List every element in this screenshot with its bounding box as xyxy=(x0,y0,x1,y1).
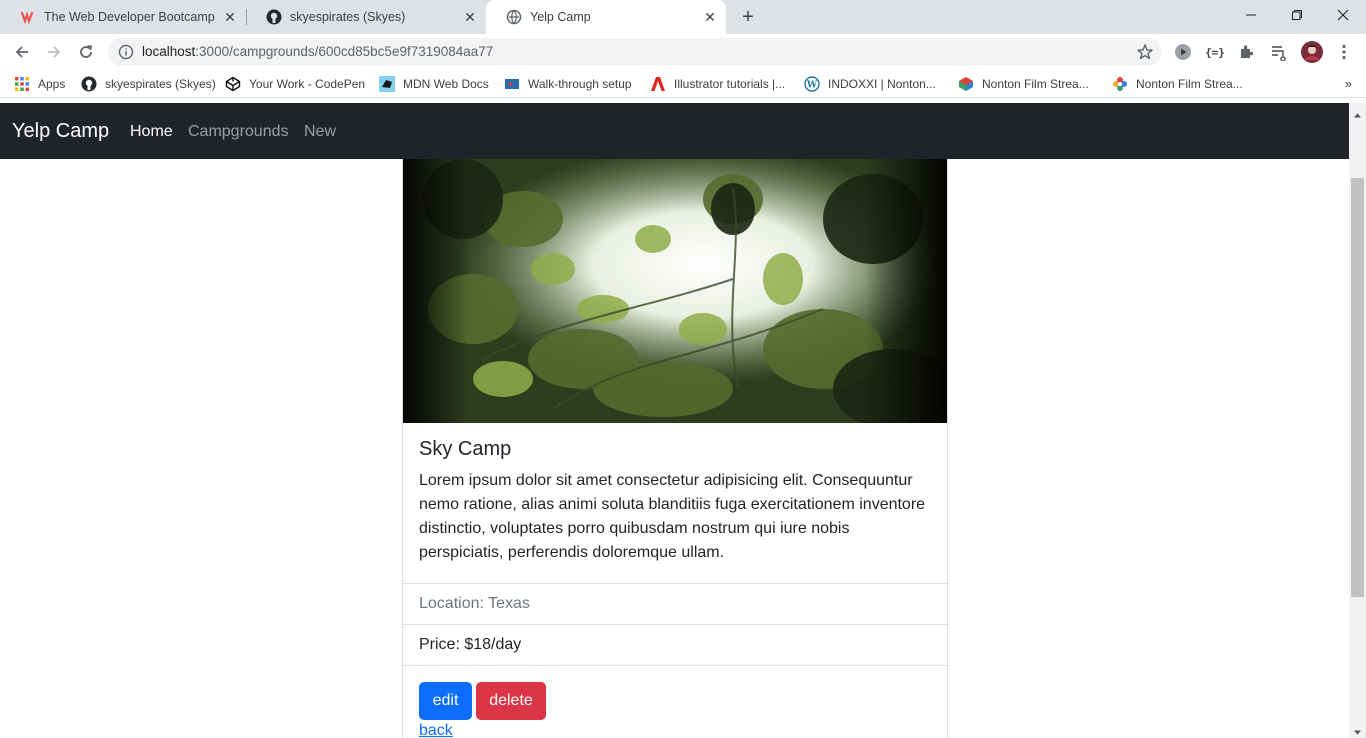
url-text[interactable]: localhost:3000/campgrounds/600cd85bc5e9f… xyxy=(142,44,493,59)
close-icon[interactable]: ✕ xyxy=(702,9,718,25)
tab-yelp-camp[interactable]: Yelp Camp ✕ xyxy=(486,0,726,34)
bookmark-label: Apps xyxy=(38,77,66,91)
bookmark-walkthrough[interactable]: Walk-through setup xyxy=(504,75,632,93)
bookmark-label: MDN Web Docs xyxy=(403,77,489,91)
globe-icon xyxy=(506,9,522,25)
extensions-puzzle-icon[interactable] xyxy=(1237,42,1257,62)
bookmark-label: Your Work - CodePen xyxy=(249,77,366,91)
nav-link-new[interactable]: New xyxy=(304,123,336,141)
colorful-icon xyxy=(958,76,974,92)
github-icon xyxy=(81,76,97,92)
wordpress-icon: W xyxy=(804,76,820,92)
reading-list-icon[interactable] xyxy=(1269,42,1289,62)
menu-kebab-icon[interactable] xyxy=(1334,42,1354,62)
apps-grid-icon xyxy=(14,76,30,92)
tab-udemy[interactable]: The Web Developer Bootcamp 20 ✕ xyxy=(0,0,246,34)
campground-description: Lorem ipsum dolor sit amet consectetur a… xyxy=(419,472,926,561)
navbar-brand[interactable]: Yelp Camp xyxy=(12,120,109,143)
bookmark-apps[interactable]: Apps xyxy=(14,75,65,93)
minimize-icon[interactable] xyxy=(1228,0,1274,30)
edit-button[interactable]: edit xyxy=(419,682,472,720)
json-extension-icon[interactable]: {=} xyxy=(1205,42,1225,62)
card-body: Sky Camp Lorem ipsum dolor sit amet cons… xyxy=(419,438,933,565)
close-icon[interactable]: ✕ xyxy=(222,9,238,25)
udemy-icon xyxy=(20,9,36,25)
campground-image xyxy=(403,159,947,423)
bookmark-label: Walk-through setup xyxy=(528,77,632,91)
adobe-icon xyxy=(650,76,666,92)
bookmark-codepen[interactable]: Your Work - CodePen xyxy=(225,75,365,93)
campground-card: Sky Camp Lorem ipsum dolor sit amet cons… xyxy=(402,159,948,738)
bookmark-nonton-1[interactable]: Nonton Film Strea... xyxy=(958,75,1089,93)
tab-github[interactable]: skyespirates (Skyes) ✕ xyxy=(246,0,486,34)
scroll-up-arrow-icon[interactable] xyxy=(1353,107,1362,118)
flower-icon xyxy=(1112,76,1128,92)
campground-location: Location: Texas xyxy=(403,583,947,624)
page-viewport: Yelp Camp Home Campgrounds New Sky Camp … xyxy=(0,103,1366,738)
nav-link-home[interactable]: Home xyxy=(130,123,173,141)
close-icon[interactable]: ✕ xyxy=(462,9,478,25)
restore-icon[interactable] xyxy=(1274,0,1320,30)
bookmark-star-icon[interactable] xyxy=(1136,43,1154,61)
campground-title: Sky Camp xyxy=(419,438,512,460)
flag-icon xyxy=(504,76,520,92)
window-close-icon[interactable] xyxy=(1320,0,1366,30)
bookmark-label: Illustrator tutorials |... xyxy=(674,77,786,91)
back-arrow-icon[interactable] xyxy=(10,40,34,64)
bookmark-label: Nonton Film Strea... xyxy=(982,77,1089,91)
tab-title: skyespirates (Skyes) xyxy=(290,10,406,24)
browser-tab-strip: The Web Developer Bootcamp 20 ✕ skyespir… xyxy=(0,0,1366,34)
bookmark-label: INDOXXI | Nonton... xyxy=(828,77,936,91)
bookmarks-overflow-chevron-icon[interactable]: » xyxy=(1345,76,1352,91)
mdn-icon xyxy=(379,76,395,92)
page-scrollbar[interactable] xyxy=(1349,103,1366,738)
scrollbar-thumb[interactable] xyxy=(1351,178,1364,597)
url-host: localhost xyxy=(142,44,196,59)
tab-title: Yelp Camp xyxy=(530,10,591,24)
bookmark-illustrator[interactable]: Illustrator tutorials |... xyxy=(650,75,785,93)
campground-price: Price: $18/day xyxy=(403,624,947,665)
tab-title: The Web Developer Bootcamp 20 xyxy=(44,10,216,24)
bookmark-label: Nonton Film Strea... xyxy=(1136,77,1243,91)
browser-toolbar: localhost:3000/campgrounds/600cd85bc5e9f… xyxy=(0,34,1366,70)
codepen-icon xyxy=(225,76,241,92)
github-icon xyxy=(266,9,282,25)
svg-text:W: W xyxy=(806,81,818,91)
reload-icon[interactable] xyxy=(74,40,98,64)
back-link[interactable]: back xyxy=(419,722,453,738)
forward-arrow-icon[interactable] xyxy=(42,40,66,64)
site-navbar: Yelp Camp Home Campgrounds New xyxy=(0,103,1349,159)
scroll-down-arrow-icon[interactable] xyxy=(1353,724,1362,735)
address-bar[interactable]: localhost:3000/campgrounds/600cd85bc5e9f… xyxy=(108,38,1162,66)
info-icon[interactable] xyxy=(118,44,134,60)
media-play-icon[interactable] xyxy=(1173,42,1193,62)
nav-link-campgrounds[interactable]: Campgrounds xyxy=(188,123,289,141)
url-path: :3000/campgrounds/600cd85bc5e9f7319084aa… xyxy=(195,44,494,59)
delete-button[interactable]: delete xyxy=(476,682,546,720)
bookmark-github[interactable]: skyespirates (Skyes) xyxy=(81,75,216,93)
bookmarks-bar: Apps skyespirates (Skyes) Your Work - Co… xyxy=(0,70,1366,98)
card-actions: edit delete back xyxy=(403,665,947,738)
bookmark-mdn[interactable]: MDN Web Docs xyxy=(379,75,489,93)
profile-avatar-icon[interactable] xyxy=(1301,41,1323,63)
bookmark-nonton-2[interactable]: Nonton Film Strea... xyxy=(1112,75,1243,93)
bookmark-indoxxi[interactable]: W INDOXXI | Nonton... xyxy=(804,75,936,93)
bookmark-label: skyespirates (Skyes) xyxy=(105,77,216,91)
new-tab-plus-icon[interactable]: + xyxy=(737,6,759,28)
